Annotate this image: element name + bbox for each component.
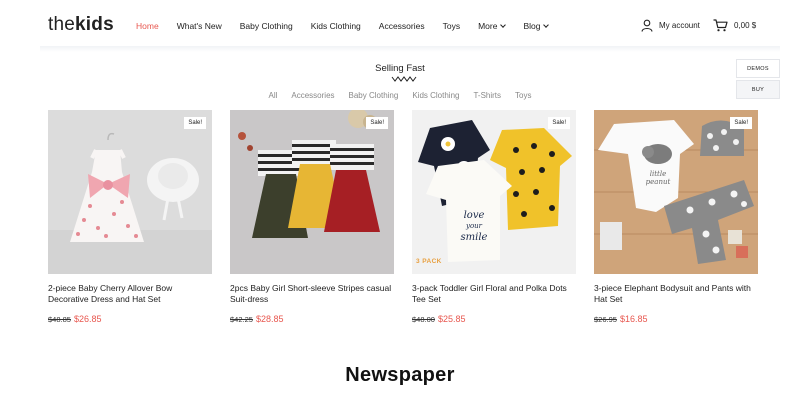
dress-and-hat-image <box>48 110 212 274</box>
main-nav: Home What's New Baby Clothing Kids Cloth… <box>136 21 566 31</box>
nav-label: Accessories <box>378 21 425 31</box>
svg-text:your: your <box>465 222 483 230</box>
product-card[interactable]: little peanut Sale! 3-piece Elephant Bod… <box>594 110 758 324</box>
nav-label: Home <box>136 21 159 31</box>
sale-badge: Sale! <box>548 117 570 129</box>
sale-badge: Sale! <box>366 117 388 129</box>
nav-label: Kids Clothing <box>310 21 361 31</box>
logo-text-bold: kids <box>75 14 114 35</box>
nav-label: Blog <box>523 21 541 31</box>
chevron-down-icon <box>500 21 507 28</box>
filter-baby-clothing[interactable]: Baby Clothing <box>349 91 399 100</box>
product-image[interactable]: love your smile Sale! 3 PACK <box>412 110 576 274</box>
section-title: Selling Fast <box>375 63 425 74</box>
account-label: My account <box>659 21 700 30</box>
nav-label: Toys <box>442 21 461 31</box>
chevron-down-icon <box>543 21 550 28</box>
nav-item-baby-clothing[interactable]: Baby Clothing <box>240 21 293 31</box>
product-name[interactable]: 2pcs Baby Girl Short-sleeve Stripes casu… <box>230 283 394 307</box>
sale-price: $26.85 <box>73 314 102 324</box>
nav-label: More <box>478 21 498 31</box>
svg-text:love: love <box>464 210 485 221</box>
cart-total: 0,00 $ <box>734 21 757 30</box>
product-card[interactable]: love your smile Sale! 3 PACK 3-pack Todd… <box>412 110 576 324</box>
nav-item-accessories[interactable]: Accessories <box>379 21 425 31</box>
filter-all[interactable]: All <box>269 91 278 100</box>
sale-price: $16.85 <box>619 314 648 324</box>
svg-text:peanut: peanut <box>646 178 671 186</box>
old-price: $48.00 <box>412 315 435 324</box>
squiggle-divider-icon <box>391 76 417 82</box>
nav-item-blog[interactable]: Blog <box>523 21 550 31</box>
old-price: $26.95 <box>594 315 617 324</box>
product-name[interactable]: 3-pack Toddler Girl Floral and Polka Dot… <box>412 283 576 307</box>
my-account-link[interactable]: My account <box>641 19 700 32</box>
filter-accessories[interactable]: Accessories <box>291 91 334 100</box>
site-logo[interactable]: thekids <box>48 14 114 36</box>
logo-text-light: the <box>48 14 76 35</box>
sale-badge: Sale! <box>730 117 752 129</box>
nav-item-home[interactable]: Home <box>136 21 159 31</box>
product-image[interactable]: Sale! <box>48 110 212 274</box>
product-card[interactable]: Sale! 2-piece Baby Cherry Allover Bow De… <box>48 110 212 324</box>
nav-item-toys[interactable]: Toys <box>443 21 460 31</box>
old-price: $48.85 <box>48 315 71 324</box>
tee-set-image: love your smile <box>412 110 576 274</box>
header-divider <box>40 46 780 52</box>
theme-caption: Newspaper <box>345 364 455 386</box>
category-filters: All Accessories Baby Clothing Kids Cloth… <box>0 91 800 100</box>
elephant-set-image: little peanut <box>594 110 758 274</box>
site-header: thekids Home What's New Baby Clothing Ki… <box>0 0 800 52</box>
nav-item-kids-clothing[interactable]: Kids Clothing <box>311 21 361 31</box>
cart-icon <box>713 19 728 32</box>
nav-label: Baby Clothing <box>239 21 293 31</box>
filter-toys[interactable]: Toys <box>515 91 531 100</box>
nav-item-more[interactable]: More <box>478 21 507 31</box>
product-name[interactable]: 3-piece Elephant Bodysuit and Pants with… <box>594 283 758 307</box>
svg-text:smile: smile <box>461 232 488 243</box>
product-price: $26.95 $16.85 <box>594 314 758 324</box>
striped-suit-dress-image <box>230 110 394 274</box>
product-price: $48.00 $25.85 <box>412 314 576 324</box>
product-price: $48.85 $26.85 <box>48 314 212 324</box>
product-name[interactable]: 2-piece Baby Cherry Allover Bow Decorati… <box>48 283 212 307</box>
sale-price: $25.85 <box>437 314 466 324</box>
filter-t-shirts[interactable]: T-Shirts <box>473 91 501 100</box>
product-image[interactable]: little peanut Sale! <box>594 110 758 274</box>
sale-price: $28.85 <box>255 314 284 324</box>
nav-item-whats-new[interactable]: What's New <box>177 21 222 31</box>
product-price: $42.25 $28.85 <box>230 314 394 324</box>
sale-badge: Sale! <box>184 117 206 129</box>
filter-kids-clothing[interactable]: Kids Clothing <box>412 91 459 100</box>
product-image[interactable]: Sale! <box>230 110 394 274</box>
cart-link[interactable]: 0,00 $ <box>713 19 756 32</box>
product-card[interactable]: Sale! 2pcs Baby Girl Short-sleeve Stripe… <box>230 110 394 324</box>
three-pack-tag: 3 PACK <box>416 258 442 265</box>
nav-label: What's New <box>176 21 222 31</box>
old-price: $42.25 <box>230 315 253 324</box>
svg-text:little: little <box>650 170 667 178</box>
user-icon <box>641 19 653 32</box>
